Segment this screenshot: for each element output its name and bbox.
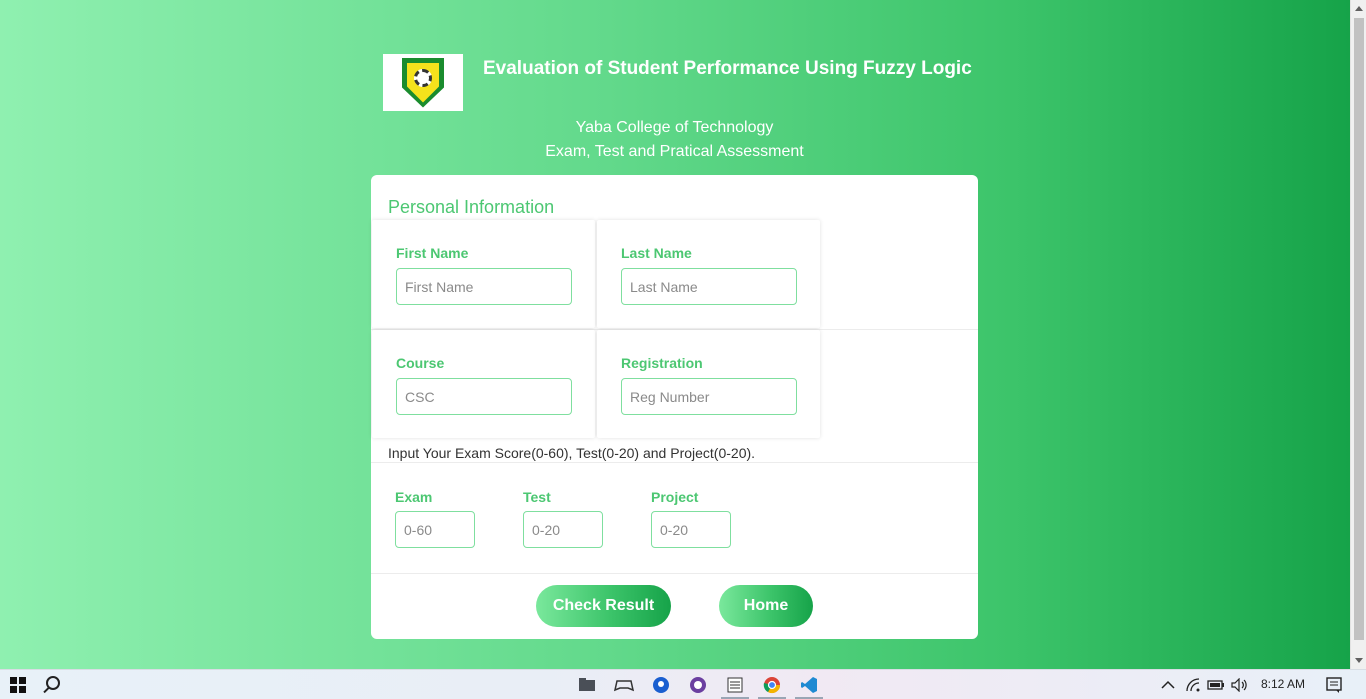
- section-title: Personal Information: [388, 197, 555, 217]
- test-score-input[interactable]: [523, 511, 603, 548]
- gear-icon: [414, 68, 432, 87]
- assessment-form-card: Personal Information First Name Last Nam…: [371, 175, 978, 639]
- page-subtitle: Exam, Test and Pratical Assessment: [545, 143, 804, 160]
- github-desktop-icon[interactable]: [688, 675, 708, 695]
- registration-group: Registration: [597, 330, 820, 438]
- page-header: Evaluation of Student Performance Using …: [371, 44, 978, 176]
- notifications-icon[interactable]: [1324, 675, 1344, 695]
- course-label: Course: [396, 355, 445, 371]
- check-result-button[interactable]: Check Result: [536, 585, 671, 627]
- registration-label: Registration: [621, 355, 703, 371]
- vertical-scrollbar[interactable]: [1350, 0, 1366, 669]
- crest-shield-icon: [402, 57, 444, 108]
- windows-start-icon[interactable]: [10, 677, 26, 693]
- first-name-group: First Name: [372, 220, 595, 328]
- last-name-group: Last Name: [597, 220, 820, 328]
- chrome-icon[interactable]: [762, 675, 782, 695]
- project-label: Project: [651, 489, 699, 505]
- search-icon[interactable]: [46, 676, 60, 690]
- notepad-icon[interactable]: [725, 675, 745, 695]
- test-label: Test: [523, 489, 551, 505]
- show-hidden-icons-icon[interactable]: [1158, 675, 1178, 695]
- project-group: Project: [651, 468, 751, 558]
- scroll-down-arrow-icon[interactable]: [1355, 658, 1363, 663]
- volume-icon[interactable]: [1230, 675, 1250, 695]
- browser-viewport: Evaluation of Student Performance Using …: [0, 0, 1350, 669]
- file-explorer-icon[interactable]: [577, 675, 597, 695]
- maps-icon[interactable]: [651, 675, 671, 695]
- course-group: Course: [372, 330, 595, 438]
- battery-icon[interactable]: [1206, 675, 1226, 695]
- scrollbar-thumb[interactable]: [1354, 18, 1364, 640]
- test-group: Test: [523, 468, 623, 558]
- exam-group: Exam: [395, 468, 495, 558]
- gamepad-icon[interactable]: [614, 675, 634, 695]
- wifi-icon[interactable]: [1184, 675, 1204, 695]
- scroll-up-arrow-icon[interactable]: [1355, 6, 1363, 11]
- score-instructions: Input Your Exam Score(0-60), Test(0-20) …: [388, 445, 756, 461]
- home-button[interactable]: Home: [719, 585, 813, 627]
- first-name-input[interactable]: [396, 268, 572, 305]
- vscode-icon[interactable]: [799, 675, 819, 695]
- institution-name: Yaba College of Technology: [575, 119, 774, 136]
- college-logo: [383, 54, 463, 111]
- project-score-input[interactable]: [651, 511, 731, 548]
- last-name-label: Last Name: [621, 245, 692, 261]
- exam-score-input[interactable]: [395, 511, 475, 548]
- registration-input[interactable]: [621, 378, 797, 415]
- last-name-input[interactable]: [621, 268, 797, 305]
- course-input[interactable]: [396, 378, 572, 415]
- page-title: Evaluation of Student Performance Using …: [483, 58, 972, 79]
- taskbar-clock[interactable]: 8:12 AM: [1261, 677, 1305, 691]
- divider: [371, 573, 978, 574]
- windows-taskbar: 8:12 AM: [0, 669, 1366, 699]
- exam-label: Exam: [395, 489, 433, 505]
- divider: [371, 462, 978, 463]
- first-name-label: First Name: [396, 245, 469, 261]
